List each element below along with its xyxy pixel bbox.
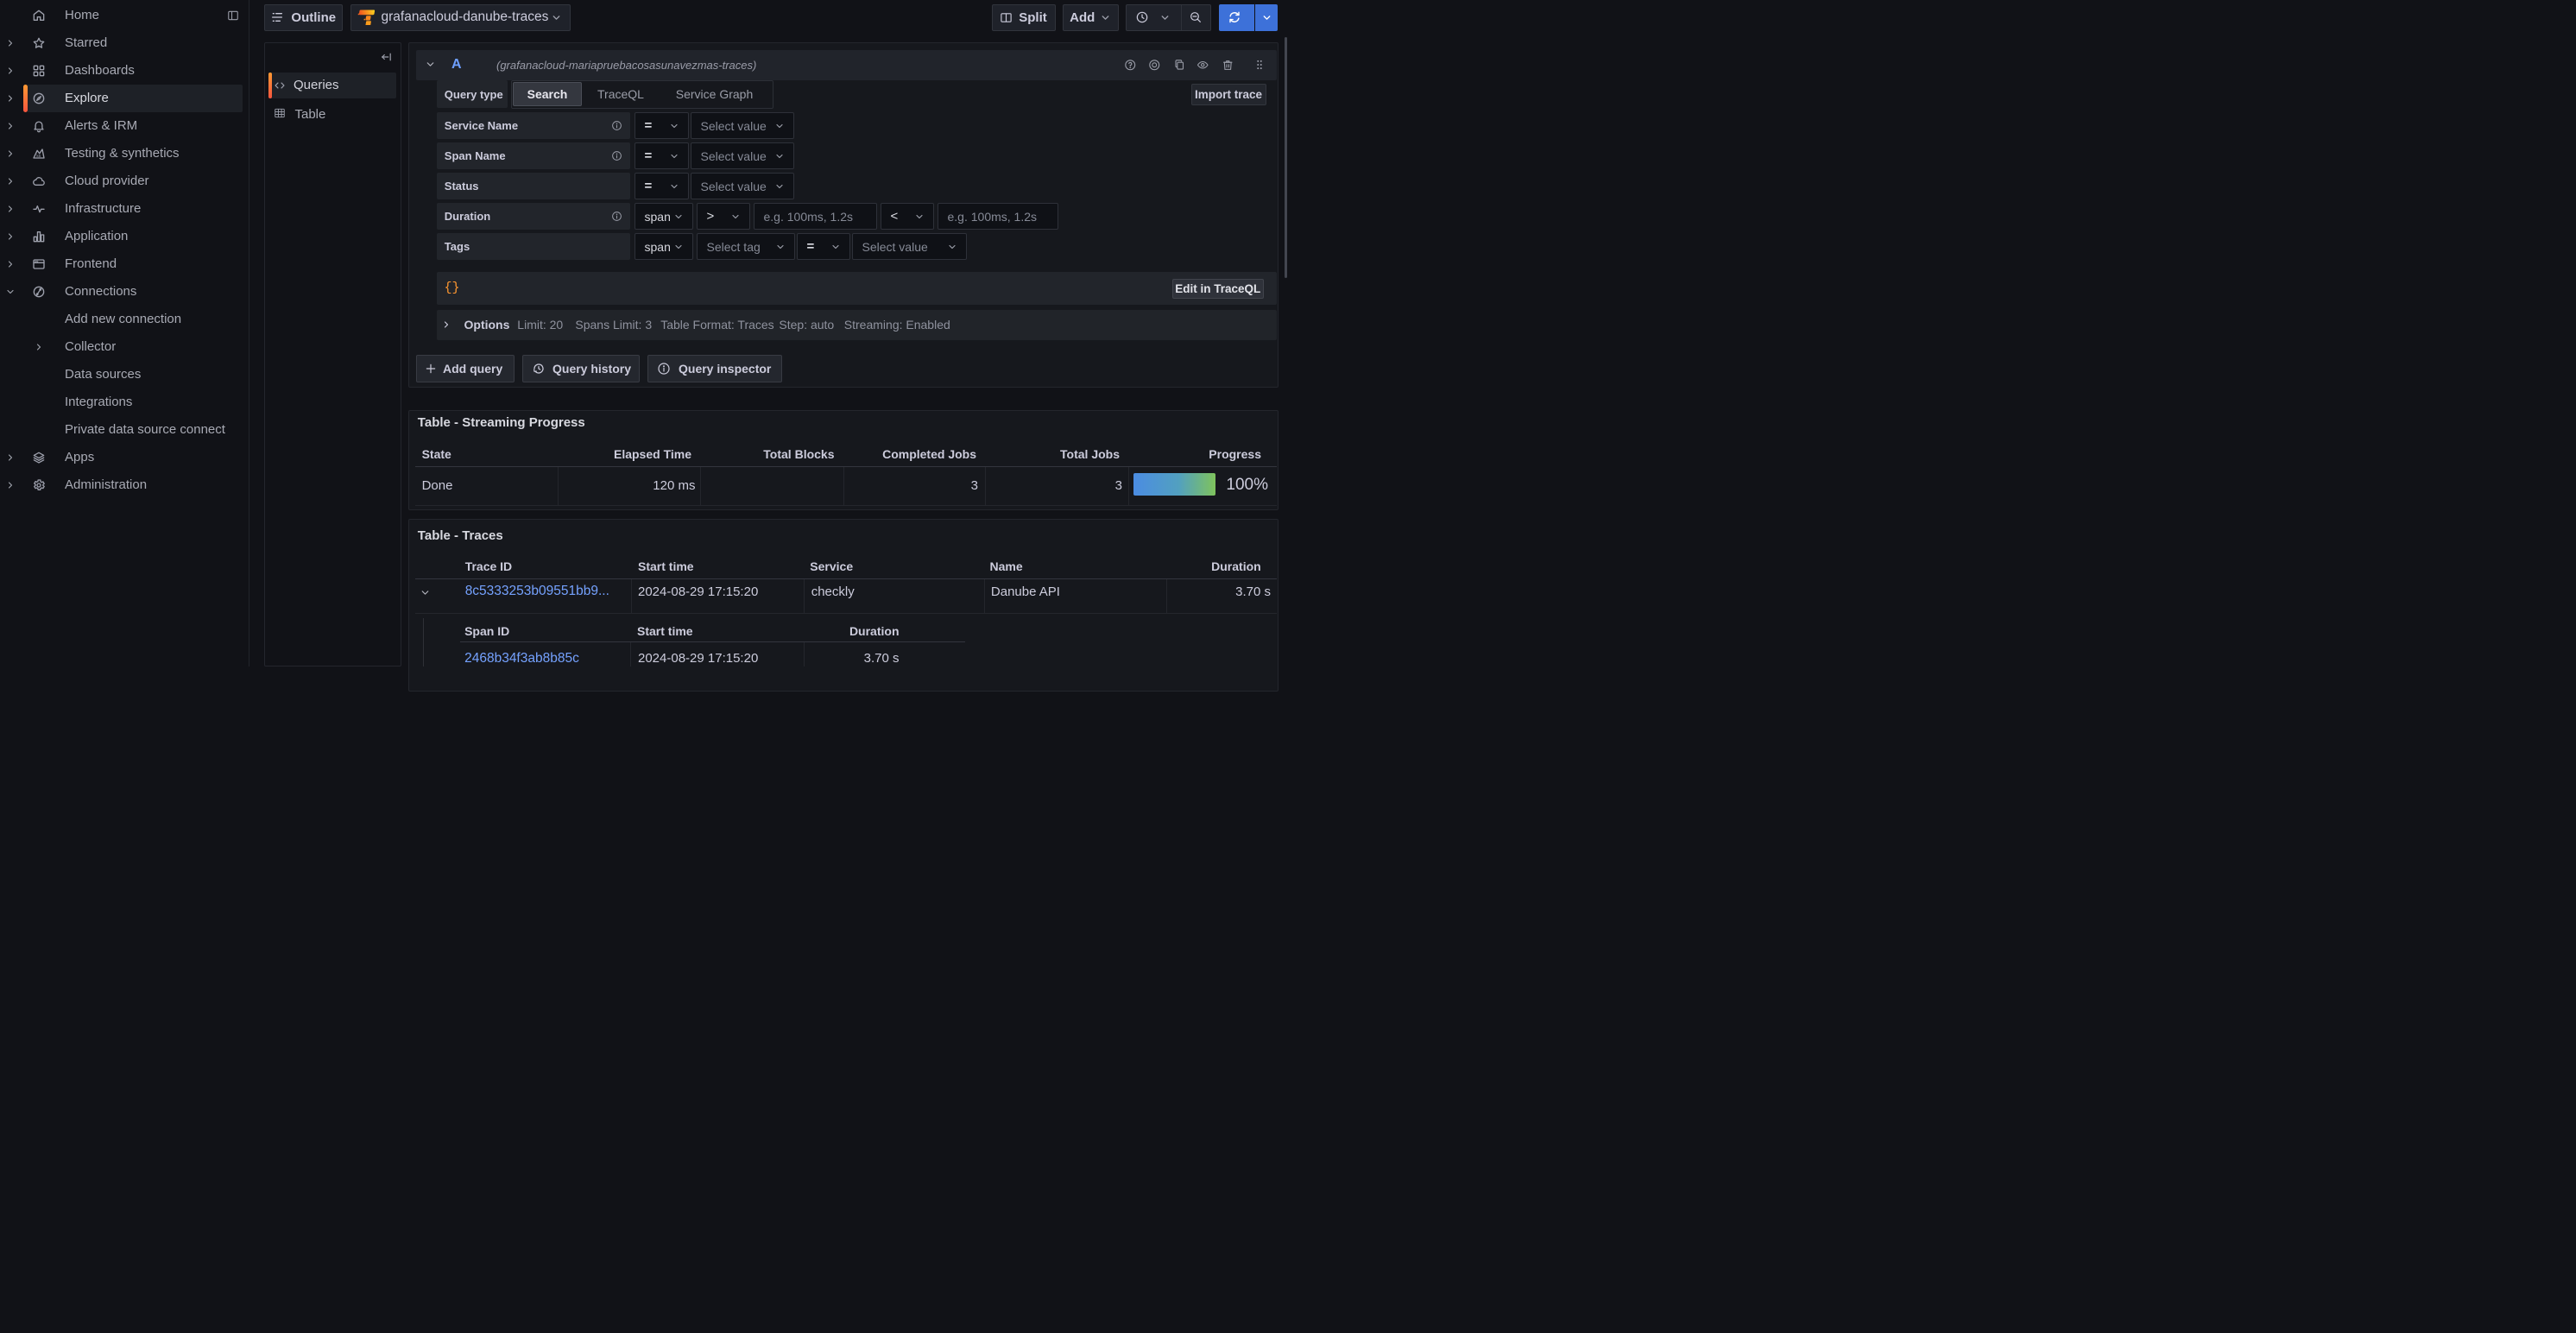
svg-text:k6: k6 (36, 154, 41, 158)
